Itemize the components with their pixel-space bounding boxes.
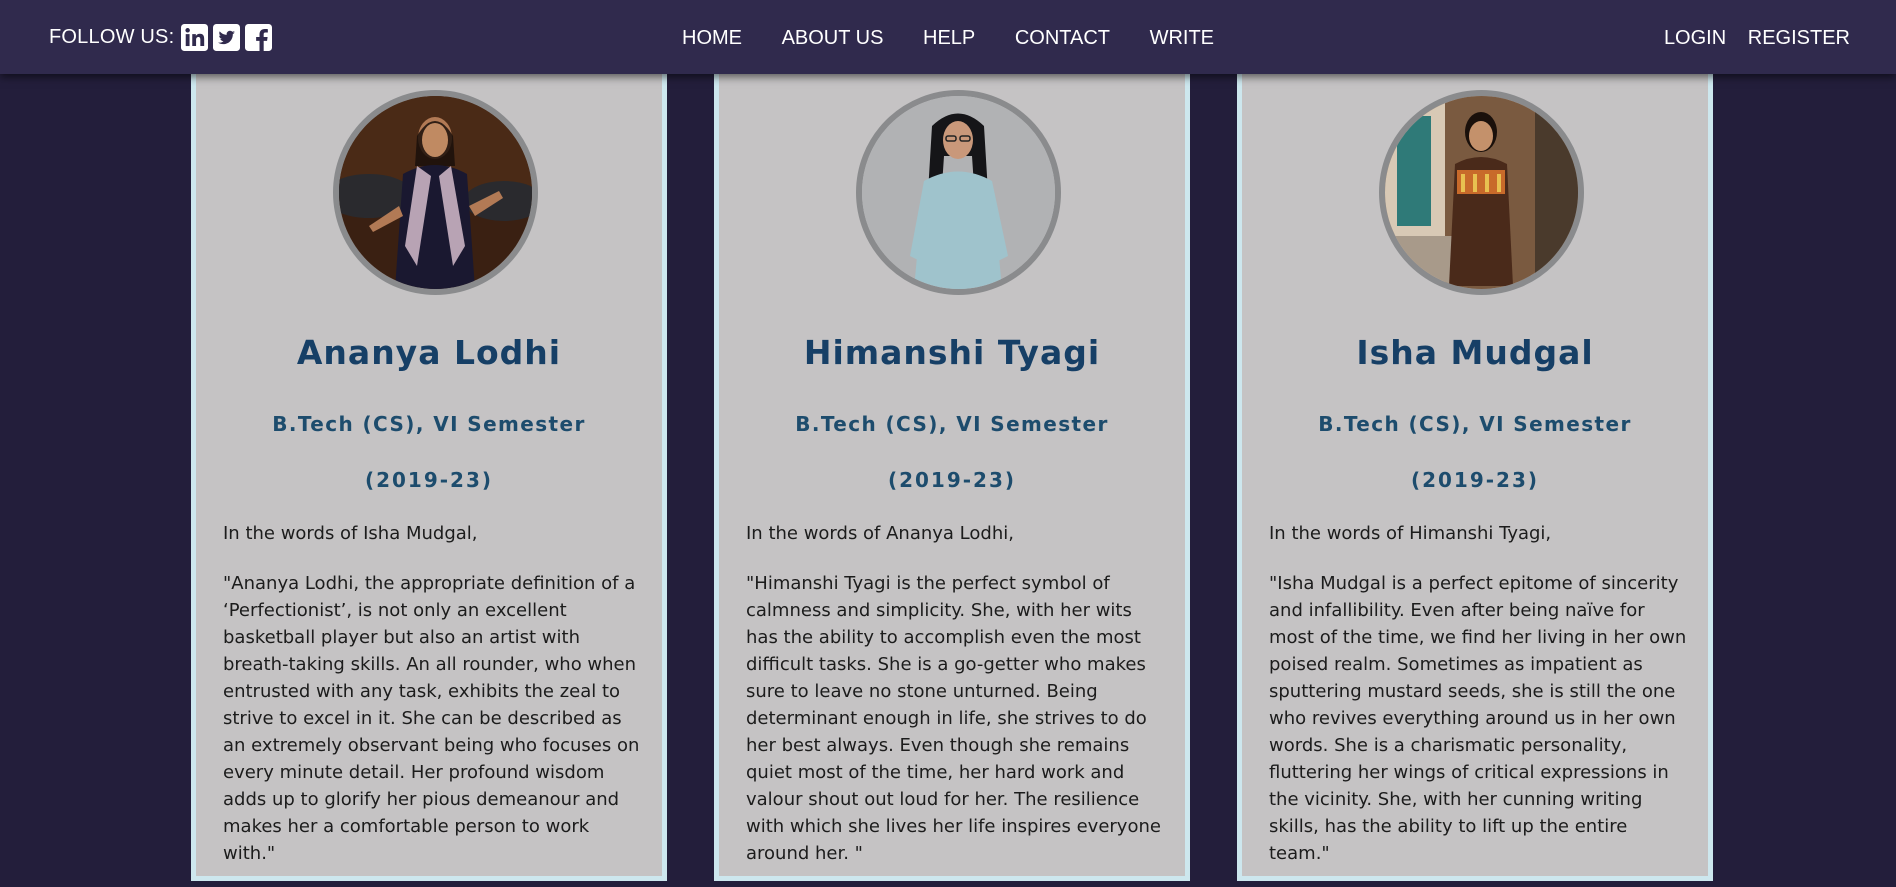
member-years: (2019-23) xyxy=(887,468,1017,492)
nav-contact[interactable]: CONTACT xyxy=(1015,27,1110,50)
nav-home[interactable]: HOME xyxy=(682,27,742,50)
member-course: B.Tech (CS), VI Semester xyxy=(272,412,586,436)
testimonial-intro: In the words of Himanshi Tyagi, xyxy=(1269,523,1552,544)
register-link[interactable]: REGISTER xyxy=(1748,27,1850,50)
member-years: (2019-23) xyxy=(1410,468,1540,492)
testimonial-quote: "Himanshi Tyagi is the perfect symbol of… xyxy=(746,573,1161,864)
nav-help[interactable]: HELP xyxy=(923,27,975,50)
member-name: Ananya Lodhi xyxy=(296,333,562,372)
testimonial-quote: "Isha Mudgal is a perfect epitome of sin… xyxy=(1269,573,1687,864)
login-link[interactable]: LOGIN xyxy=(1664,27,1726,50)
member-course: B.Tech (CS), VI Semester xyxy=(1318,412,1632,436)
member-card: Isha Mudgal B.Tech (CS), VI Semester (20… xyxy=(1237,68,1713,881)
top-navbar: FOLLOW US: HOME ABOUT US HELP CONTACT WR… xyxy=(0,0,1896,74)
nav-write[interactable]: WRITE xyxy=(1150,27,1214,50)
testimonial-quote: "Ananya Lodhi, the appropriate definitio… xyxy=(223,573,640,864)
member-card: Himanshi Tyagi B.Tech (CS), VI Semester … xyxy=(714,68,1190,881)
member-card: Ananya Lodhi B.Tech (CS), VI Semester (2… xyxy=(191,68,667,881)
testimonial-intro: In the words of Isha Mudgal, xyxy=(223,523,478,544)
nav-about-us[interactable]: ABOUT US xyxy=(782,27,884,50)
auth-links: LOGIN REGISTER xyxy=(1648,27,1850,50)
avatar xyxy=(333,90,538,295)
avatar xyxy=(1379,90,1584,295)
testimonial-intro: In the words of Ananya Lodhi, xyxy=(746,523,1014,544)
member-course: B.Tech (CS), VI Semester xyxy=(795,412,1109,436)
main-nav: HOME ABOUT US HELP CONTACT WRITE xyxy=(0,27,1896,50)
member-name: Isha Mudgal xyxy=(1356,333,1594,372)
member-years: (2019-23) xyxy=(364,468,494,492)
member-name: Himanshi Tyagi xyxy=(803,333,1101,372)
avatar xyxy=(856,90,1061,295)
